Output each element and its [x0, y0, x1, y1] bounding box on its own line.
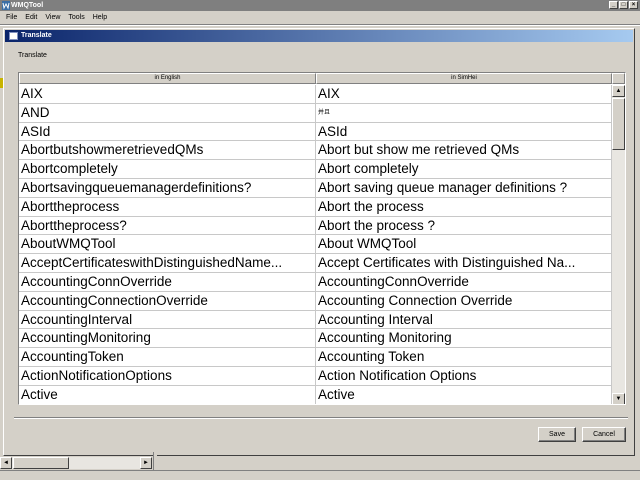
- menu-edit[interactable]: Edit: [21, 11, 41, 24]
- table-row[interactable]: AboutWMQTool About WMQTool: [19, 235, 612, 255]
- scroll-right-arrow-icon[interactable]: ►: [140, 457, 152, 469]
- cell-english[interactable]: AbortbutshowmeretrievedQMs: [19, 141, 316, 160]
- cell-translation[interactable]: Active: [316, 385, 612, 404]
- table-row[interactable]: AccountingToken Accounting Token: [19, 348, 612, 367]
- close-button[interactable]: ×: [629, 1, 638, 9]
- dialog-separator: [14, 417, 628, 419]
- cell-english[interactable]: AND: [19, 103, 316, 122]
- translate-dialog: Translate Translate in English in SimHei…: [3, 28, 635, 456]
- cell-translation[interactable]: AIX: [316, 85, 612, 103]
- table-row[interactable]: AccountingConnectionOverride Accounting C…: [19, 291, 612, 311]
- menubar-divider: [0, 24, 640, 26]
- cell-english[interactable]: AccountingConnectionOverride: [19, 291, 316, 310]
- cell-english[interactable]: Active: [19, 385, 316, 404]
- wmq-app-icon: [2, 1, 10, 10]
- table-row[interactable]: Abortcompletely Abort completely: [19, 160, 612, 179]
- cell-translation[interactable]: Accounting Token: [316, 348, 612, 366]
- pane-splitter[interactable]: [153, 452, 157, 470]
- menu-help[interactable]: Help: [89, 11, 111, 24]
- cancel-button[interactable]: Cancel: [582, 427, 626, 442]
- cell-translation[interactable]: Accounting Monitoring: [316, 329, 612, 348]
- cell-translation[interactable]: Abort completely: [316, 160, 612, 178]
- cell-translation[interactable]: Action Notification Options: [316, 366, 612, 385]
- cell-english[interactable]: AIX: [19, 85, 316, 103]
- dialog-title-bar: Translate: [5, 30, 633, 42]
- app-title: WMQTool: [11, 2, 44, 9]
- cell-english[interactable]: AccountingToken: [19, 348, 316, 366]
- cell-translation[interactable]: Abort but show me retrieved QMs: [316, 141, 612, 160]
- scroll-up-arrow-icon[interactable]: ▲: [612, 85, 625, 97]
- cell-translation[interactable]: ASId: [316, 122, 612, 141]
- dialog-heading: Translate: [18, 52, 47, 59]
- translation-table: in English in SimHei AIX AIX AND 并且 ASId AS…: [18, 72, 626, 405]
- main-horizontal-scrollbar[interactable]: ◄ ►: [0, 457, 152, 469]
- cell-english[interactable]: Abortsavingqueuemanagerdefinitions?: [19, 178, 316, 197]
- window-controls: _ □ ×: [609, 1, 638, 9]
- table-row[interactable]: AIX AIX: [19, 85, 612, 104]
- cell-translation[interactable]: Abort the process ?: [316, 216, 612, 235]
- save-button[interactable]: Save: [538, 427, 576, 442]
- cell-english[interactable]: ASId: [19, 122, 316, 141]
- menu-file[interactable]: File: [2, 11, 21, 24]
- table-row[interactable]: AND 并且: [19, 103, 612, 123]
- cell-translation[interactable]: 并且: [316, 103, 612, 122]
- table-row[interactable]: ASId ASId: [19, 122, 612, 142]
- cell-english[interactable]: AccountingConnOverride: [19, 272, 316, 291]
- table-row[interactable]: ActionNotificationOptions Action Notifica…: [19, 366, 612, 386]
- dialog-window-icon: [9, 32, 18, 40]
- cell-translation[interactable]: AccountingConnOverride: [316, 272, 612, 291]
- cell-english[interactable]: Abortcompletely: [19, 160, 316, 178]
- header-corner: [612, 73, 625, 84]
- menu-bar: File Edit View Tools Help: [0, 11, 640, 24]
- cell-english[interactable]: AccountingMonitoring: [19, 329, 316, 348]
- table-row[interactable]: AbortbutshowmeretrievedQMs Abort but show…: [19, 141, 612, 161]
- cell-english[interactable]: AcceptCertificateswithDistinguishedName.…: [19, 254, 316, 272]
- scroll-left-arrow-icon[interactable]: ◄: [0, 457, 12, 469]
- column-header-simhei[interactable]: in SimHei: [316, 73, 612, 84]
- cell-translation[interactable]: Abort saving queue manager definitions ?: [316, 178, 612, 197]
- app-title-bar: WMQTool _ □ ×: [0, 0, 640, 11]
- column-header-english[interactable]: in English: [19, 73, 316, 84]
- cell-translation[interactable]: About WMQTool: [316, 235, 612, 254]
- table-header: in English in SimHei: [19, 73, 625, 84]
- cell-english[interactable]: AboutWMQTool: [19, 235, 316, 254]
- table-row[interactable]: AccountingConnOverride AccountingConnOver…: [19, 272, 612, 292]
- cell-translation[interactable]: Accounting Connection Override: [316, 291, 612, 310]
- table-row[interactable]: AccountingInterval Accounting Interval: [19, 310, 612, 330]
- scroll-down-arrow-icon[interactable]: ▼: [612, 393, 625, 404]
- cell-translation[interactable]: Accounting Interval: [316, 310, 612, 329]
- table-row[interactable]: Aborttheprocess? Abort the process ?: [19, 216, 612, 236]
- cell-english[interactable]: Aborttheprocess?: [19, 216, 316, 235]
- table-row[interactable]: Abortsavingqueuemanagerdefinitions? Abort…: [19, 178, 612, 198]
- table-row[interactable]: AccountingMonitoring Accounting Monitorin…: [19, 329, 612, 349]
- cell-english[interactable]: AccountingInterval: [19, 310, 316, 329]
- dialog-title: Translate: [21, 32, 52, 39]
- cell-english[interactable]: ActionNotificationOptions: [19, 366, 316, 385]
- minimize-button[interactable]: _: [609, 1, 618, 9]
- table-row[interactable]: Aborttheprocess Abort the process: [19, 197, 612, 217]
- status-bar: [0, 470, 640, 480]
- table-row[interactable]: AcceptCertificateswithDistinguishedName.…: [19, 254, 612, 273]
- table-row[interactable]: Active Active: [19, 385, 612, 404]
- menu-tools[interactable]: Tools: [64, 11, 88, 24]
- menu-view[interactable]: View: [41, 11, 64, 24]
- scroll-thumb[interactable]: [612, 98, 625, 150]
- cell-english[interactable]: Aborttheprocess: [19, 197, 316, 216]
- cell-translation[interactable]: Accept Certificates with Distinguished N…: [316, 254, 612, 272]
- table-vertical-scrollbar[interactable]: ▲ ▼: [612, 85, 625, 404]
- cell-translation[interactable]: Abort the process: [316, 197, 612, 216]
- restore-button[interactable]: □: [619, 1, 628, 9]
- table-body: AIX AIX AND 并且 ASId ASId Abortbutshowmeretr…: [19, 85, 612, 404]
- horizontal-scroll-thumb[interactable]: [13, 457, 69, 469]
